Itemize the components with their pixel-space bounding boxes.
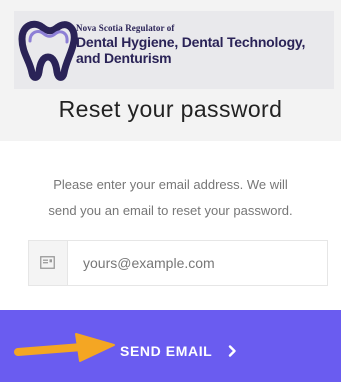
page-title: Reset your password — [58, 96, 283, 122]
logo: Nova Scotia Regulator of Dental Hygiene,… — [14, 11, 334, 89]
pointer-arrow-icon — [14, 333, 115, 362]
organization-prefix: Nova Scotia Regulator of — [76, 23, 175, 33]
organization-line-1: Dental Hygiene, Dental Technology, — [76, 34, 306, 50]
tooth-icon — [18, 20, 78, 81]
send-email-label: SEND EMAIL — [120, 343, 213, 359]
email-field[interactable] — [28, 240, 328, 286]
email-icon-cell — [29, 241, 68, 285]
instructions-text: Please enter your email address. We will… — [18, 172, 323, 224]
organization-name: Nova Scotia Regulator of Dental Hygiene,… — [76, 23, 305, 66]
header: Nova Scotia Regulator of Dental Hygiene,… — [0, 0, 341, 141]
instructions-line-1: Please enter your email address. We will — [53, 177, 288, 192]
email-icon — [40, 256, 55, 269]
chevron-right-icon — [228, 345, 236, 357]
email-input[interactable] — [83, 241, 323, 285]
instructions-line-2: send you an email to reset your password… — [48, 203, 293, 218]
organization-line-2: and Denturism — [76, 50, 172, 66]
